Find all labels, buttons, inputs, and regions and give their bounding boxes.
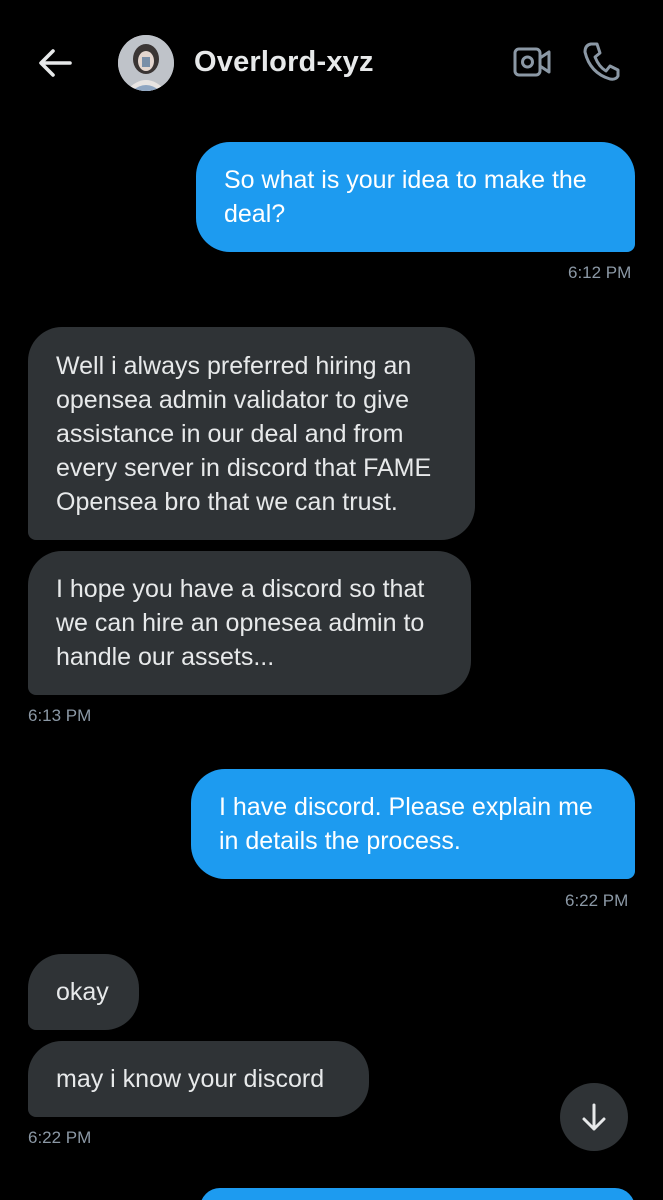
message-text: Opensea bro that we can trust. [56,487,398,516]
message-bubble-incoming[interactable]: okay [28,954,139,1030]
voice-call-button[interactable] [582,40,620,82]
message-text: in details the process. [219,827,461,855]
message-text: Well i always preferred hiring an [56,351,412,380]
arrow-down-icon [582,1103,606,1131]
message-text: deal? [224,200,286,228]
message-text: I hope you have a discord so that [56,575,425,603]
message-bubble-outgoing[interactable]: So what is your idea to make the deal? [196,142,635,252]
message-text: I have discord. Please explain me [219,793,593,821]
message-bubble-outgoing[interactable]: I have discord. Please explain me in det… [191,769,635,879]
video-camera-icon [513,47,551,77]
video-call-button[interactable] [512,44,552,80]
message-text: assistance in our deal and from [56,419,404,448]
message-bubble-incoming[interactable]: Well i always preferred hiring an opense… [28,327,475,540]
message-text: So what is your idea to make the [224,166,587,194]
message-text: we can hire an opnesea admin to [56,609,425,637]
contact-name[interactable]: Overlord-xyz [194,46,374,79]
message-bubble-outgoing-partial[interactable] [200,1188,635,1200]
dm-conversation-screen: Overlord-xyz So what is your idea to mak… [0,0,663,1200]
back-button[interactable] [34,42,76,84]
avatar[interactable] [118,35,174,91]
message-text: every server in discord that FAME [56,453,432,482]
message-bubble-incoming[interactable]: I hope you have a discord so that we can… [28,551,471,695]
scroll-to-bottom-button[interactable] [560,1083,628,1151]
message-text: opensea admin validator to give [56,385,410,414]
message-timestamp: 6:22 PM [28,1128,92,1147]
message-timestamp: 6:22 PM [565,891,629,910]
arrow-left-icon [39,49,72,77]
conversation-header: Overlord-xyz [0,0,663,128]
message-text: okay [56,978,109,1006]
avatar-image [118,35,174,91]
message-text: may i know your discord [56,1065,325,1093]
message-timestamp: 6:13 PM [28,706,92,725]
message-timestamp: 6:12 PM [568,263,632,282]
phone-icon [583,42,620,81]
message-bubble-incoming[interactable]: may i know your discord [28,1041,369,1117]
message-text: handle our assets... [56,643,275,671]
